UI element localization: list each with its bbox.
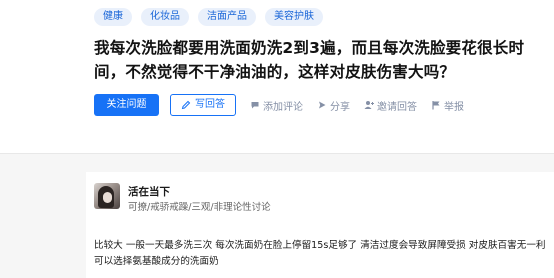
write-answer-button[interactable]: 写回答 [170, 94, 236, 116]
share-label: 分享 [330, 101, 350, 113]
topic-tag[interactable]: 健康 [94, 8, 132, 26]
topic-tag[interactable]: 美容护肤 [265, 8, 323, 26]
question-card: 健康 化妆品 洁面产品 美容护肤 我每次洗脸都要用洗面奶洗2到3遍，而且每次洗脸… [0, 0, 554, 154]
add-comment-label: 添加评论 [263, 101, 303, 113]
invite-user-icon [364, 100, 374, 110]
report-button[interactable]: 举报 [431, 98, 464, 113]
question-title[interactable]: 我每次洗脸都要用洗面奶洗2到3遍，而且每次洗脸要花很长时间，不然觉得不干净油油的… [94, 36, 546, 84]
share-icon [317, 100, 327, 110]
answer-content: 比较大 一般一天最多洗三次 每次洗面奶在脸上停留15s足够了 清洁过度会导致屏障… [94, 240, 546, 267]
share-button[interactable]: 分享 [317, 98, 350, 113]
topic-list: 健康 化妆品 洁面产品 美容护肤 [94, 8, 323, 26]
author-bio: 可撩/戒骄戒躁/三观/非理论性讨论 [128, 202, 271, 213]
report-label: 举报 [444, 101, 464, 113]
avatar[interactable] [94, 183, 120, 209]
flag-icon [431, 100, 441, 110]
pencil-icon [181, 100, 191, 110]
topic-tag[interactable]: 洁面产品 [198, 8, 256, 26]
comment-icon [250, 100, 260, 110]
invite-answer-button[interactable]: 邀请回答 [364, 98, 417, 113]
answer-card: 活在当下 可撩/戒骄戒躁/三观/非理论性讨论 比较大 一般一天最多洗三次 每次洗… [86, 172, 554, 278]
invite-answer-label: 邀请回答 [377, 101, 417, 113]
question-actions: 关注问题 写回答 添加评论 分享 邀请回答 举报 [94, 94, 464, 116]
write-answer-label: 写回答 [195, 99, 225, 110]
topic-tag[interactable]: 化妆品 [141, 8, 189, 26]
follow-question-button[interactable]: 关注问题 [94, 94, 159, 116]
author-name[interactable]: 活在当下 [128, 184, 170, 199]
add-comment-button[interactable]: 添加评论 [250, 98, 303, 113]
